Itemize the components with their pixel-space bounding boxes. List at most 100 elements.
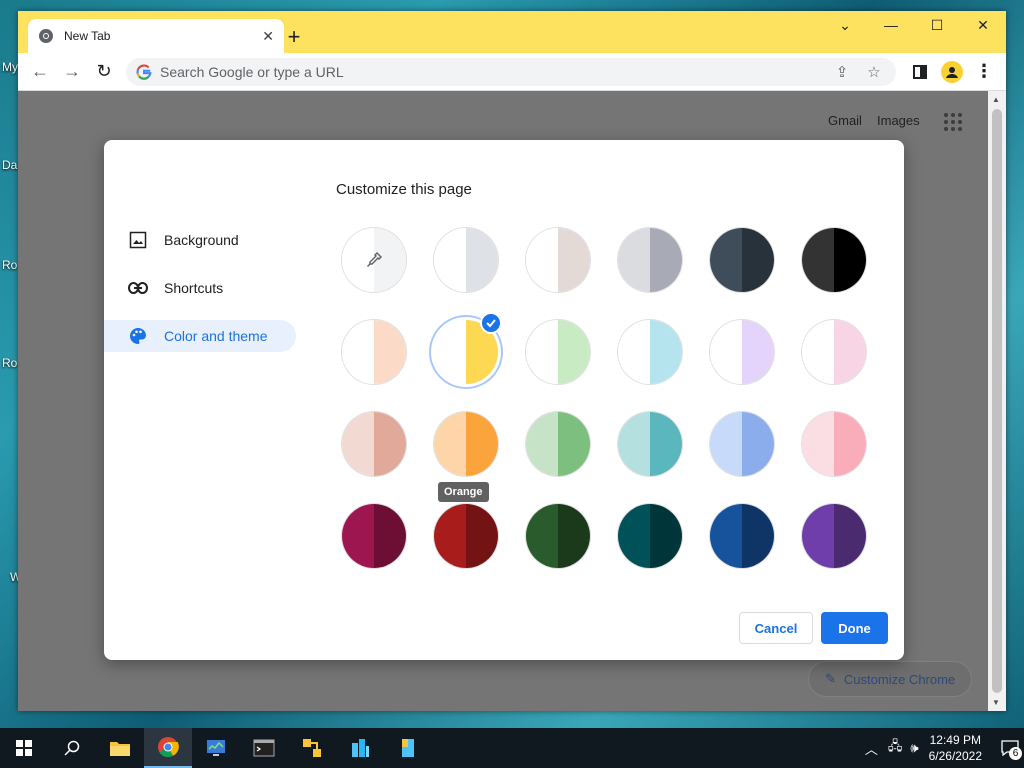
browser-toolbar: ← → ↻ ⇪ ☆ ⋮ [18,53,1006,91]
color-swatch-cool-grey[interactable] [618,228,682,292]
swatch-right-half [374,504,406,568]
swatch-right-half [742,228,774,292]
palette-icon [128,327,148,345]
server-app-icon[interactable] [336,728,384,768]
swatch-left-half [802,412,834,476]
back-icon[interactable]: ← [24,56,56,88]
desktop-icon-label[interactable]: My [2,60,18,74]
close-window-icon[interactable]: ✕ [960,11,1006,39]
color-swatch-pink-white[interactable] [802,320,866,384]
gmail-link[interactable]: Gmail [828,113,862,128]
swatch-right-half [466,412,498,476]
profile-avatar[interactable] [936,56,968,88]
notification-badge: 6 [1009,747,1022,760]
swatch-right-half [374,320,406,384]
desktop-icon-label[interactable]: Da [2,158,17,172]
color-swatch-light-teal-white[interactable] [618,320,682,384]
google-apps-icon[interactable] [944,113,962,131]
chevron-up-icon[interactable]: ︿ [865,739,878,758]
maximize-icon[interactable]: ☐ [914,11,960,39]
swatch-left-half [434,504,466,568]
color-swatch-light-green[interactable] [526,412,590,476]
side-panel-icon[interactable] [904,56,936,88]
share-icon[interactable]: ⇪ [830,60,854,84]
desktop-icon-label[interactable]: Ro [2,258,17,272]
scroll-up-icon[interactable]: ▲ [992,95,1000,104]
tab-new-tab[interactable]: New Tab ✕ [28,19,284,53]
cancel-button[interactable]: Cancel [739,612,813,644]
color-swatch-dark-teal[interactable] [618,504,682,568]
swatch-left-half [342,412,374,476]
color-swatch-warm-grey[interactable] [526,228,590,292]
file-explorer-icon[interactable] [96,728,144,768]
sidebar-item-color-and-theme[interactable]: Color and theme [104,320,296,352]
color-swatch-purple[interactable] [802,504,866,568]
swatch-right-half [558,228,590,292]
windows-start-icon[interactable] [0,728,48,768]
swatch-right-half [374,412,406,476]
title-bar: New Tab ✕ + ⌄ — ☐ ✕ [18,11,1006,53]
color-swatch-custom-color[interactable] [342,228,406,292]
more-menu-icon[interactable]: ⋮ [968,56,1000,88]
swatch-right-half [466,228,498,292]
database-app-icon[interactable] [384,728,432,768]
scrollbar-thumb[interactable] [992,109,1002,693]
search-icon[interactable] [48,728,96,768]
reload-icon[interactable]: ↻ [88,56,120,88]
swatch-left-half [710,412,742,476]
clock[interactable]: 12:49 PM 6/26/2022 [929,732,982,764]
color-swatch-beige[interactable] [342,412,406,476]
color-swatch-dark-pink-red[interactable] [342,504,406,568]
tab-close-icon[interactable]: ✕ [262,28,274,45]
swatch-left-half [802,228,834,292]
swatch-right-half [834,412,866,476]
omnibox-input[interactable] [160,63,822,80]
sidebar-item-shortcuts[interactable]: Shortcuts [104,272,296,304]
sidebar-item-background[interactable]: Background [104,224,296,256]
bookmark-star-icon[interactable]: ☆ [862,60,886,84]
sidebar-item-label: Shortcuts [164,280,224,296]
page-scrollbar[interactable]: ▲ ▼ [988,91,1006,711]
color-swatch-light-pink[interactable] [802,412,866,476]
customize-chrome-button[interactable]: ✎ Customize Chrome [808,661,973,697]
swatch-right-half [834,228,866,292]
task-manager-icon[interactable] [192,728,240,768]
color-swatch-default-white[interactable] [434,228,498,292]
color-swatch-dark-red-orange[interactable] [434,504,498,568]
color-swatch-dark-green[interactable] [526,504,590,568]
terminal-icon[interactable] [240,728,288,768]
color-swatch-light-purple-white[interactable] [710,320,774,384]
network-icon[interactable]: 🖧 [888,737,903,759]
volume-icon[interactable]: 🕪 [910,740,918,756]
chrome-taskbar-icon[interactable] [144,728,192,768]
images-link[interactable]: Images [877,113,920,128]
swatch-right-half [650,504,682,568]
color-swatch-light-teal[interactable] [618,412,682,476]
new-tab-button[interactable]: + [280,23,308,51]
color-swatch-light-blue[interactable] [710,412,774,476]
scroll-down-icon[interactable]: ▼ [992,698,1000,707]
done-button[interactable]: Done [821,612,888,644]
color-swatch-dark-blue[interactable] [710,504,774,568]
sidebar-item-label: Background [164,232,239,248]
swatch-right-half [742,320,774,384]
color-swatch-orange[interactable] [434,412,498,476]
network-tool-icon[interactable] [288,728,336,768]
omnibox[interactable]: ⇪ ☆ [126,57,896,86]
swatch-right-half [558,412,590,476]
color-swatch-green-white[interactable] [526,320,590,384]
notification-center-icon[interactable]: 6 [996,728,1024,768]
tab-search-icon[interactable]: ⌄ [822,11,868,39]
swatch-left-half [618,320,650,384]
color-swatch-midnight-blue[interactable] [710,228,774,292]
minimize-icon[interactable]: — [868,11,914,39]
system-tray: ︿ 🖧 🕪 12:49 PM 6/26/2022 6 [865,728,1024,768]
swatch-right-half [558,320,590,384]
tab-title: New Tab [64,29,111,43]
desktop-icon-label[interactable]: Ro [2,356,17,370]
forward-icon[interactable]: → [56,56,88,88]
color-swatch-black[interactable] [802,228,866,292]
color-swatch-beige-white[interactable] [342,320,406,384]
swatch-tooltip: Orange [438,482,489,502]
swatch-left-half [526,412,558,476]
